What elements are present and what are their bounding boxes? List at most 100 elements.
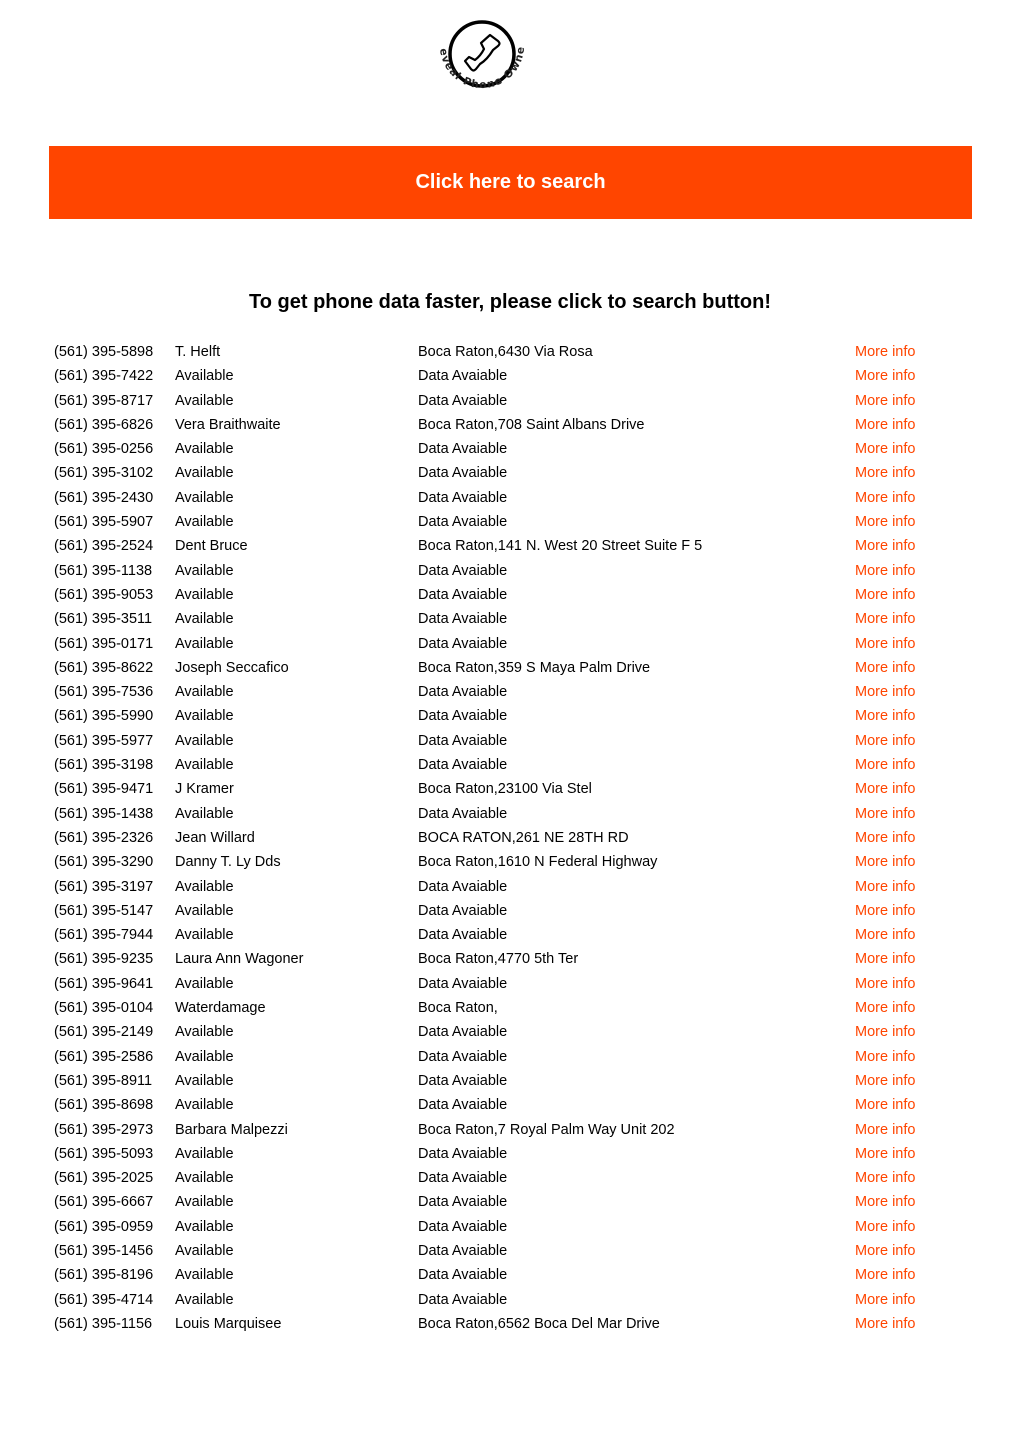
- more-info-link[interactable]: More info: [855, 1192, 915, 1212]
- more-info-link[interactable]: More info: [855, 706, 915, 726]
- phone-number: (561) 395-8196: [54, 1267, 154, 1284]
- phone-number: (561) 395-1438: [54, 805, 154, 822]
- more-info-link[interactable]: More info: [855, 877, 915, 897]
- more-info-link[interactable]: More info: [855, 731, 915, 751]
- list-item: (561) 395-9471 J Kramer Boca Raton,23100 V…: [54, 779, 954, 803]
- more-info-link[interactable]: More info: [855, 585, 915, 605]
- more-info-link[interactable]: More info: [855, 1265, 915, 1285]
- owner-name: Available: [175, 368, 234, 385]
- list-item: (561) 395-0171 Available Data Avaiable More…: [54, 634, 954, 658]
- page-headline: To get phone data faster, please click t…: [249, 291, 771, 313]
- more-info-link[interactable]: More info: [855, 1095, 915, 1115]
- phone-number: (561) 395-9641: [54, 975, 154, 992]
- more-info-link[interactable]: More info: [855, 925, 915, 945]
- owner-name: Available: [175, 1072, 234, 1089]
- phone-number: (561) 395-0256: [54, 441, 154, 458]
- owner-address: Boca Raton,: [418, 1000, 498, 1017]
- more-info-link[interactable]: More info: [855, 852, 915, 872]
- list-item: (561) 395-8717 Available Data Avaiable More…: [54, 391, 954, 415]
- more-info-link[interactable]: More info: [855, 682, 915, 702]
- more-info-link[interactable]: More info: [855, 998, 915, 1018]
- more-info-link[interactable]: More info: [855, 391, 915, 411]
- more-info-link[interactable]: More info: [855, 512, 915, 532]
- owner-address: Boca Raton,708 Saint Albans Drive: [418, 416, 645, 433]
- owner-address: Data Avaiable: [418, 927, 508, 944]
- phone-number: (561) 395-7536: [54, 684, 154, 701]
- owner-name: Available: [175, 514, 234, 531]
- more-info-link[interactable]: More info: [855, 755, 915, 775]
- more-info-link[interactable]: More info: [855, 463, 915, 483]
- more-info-link[interactable]: More info: [855, 366, 915, 386]
- more-info-link[interactable]: More info: [855, 634, 915, 654]
- list-item: (561) 395-5147 Available Data Avaiable More…: [54, 901, 954, 925]
- more-info-link[interactable]: More info: [855, 1290, 915, 1310]
- owner-name: Available: [175, 1218, 234, 1235]
- phone-number: (561) 395-1456: [54, 1242, 154, 1259]
- more-info-link[interactable]: More info: [855, 1168, 915, 1188]
- more-info-link[interactable]: More info: [855, 658, 915, 678]
- more-info-link[interactable]: More info: [855, 342, 915, 362]
- owner-address: Boca Raton,4770 5th Ter: [418, 951, 579, 968]
- list-item: (561) 395-4714 Available Data Avaiable More…: [54, 1290, 954, 1314]
- more-info-link[interactable]: More info: [855, 488, 915, 508]
- owner-address: Data Avaiable: [418, 635, 508, 652]
- owner-name: Available: [175, 708, 234, 725]
- owner-name: Available: [175, 611, 234, 628]
- more-info-link[interactable]: More info: [855, 949, 915, 969]
- owner-name: Available: [175, 757, 234, 774]
- list-item: (561) 395-0104 Waterdamage Boca Raton, More…: [54, 998, 954, 1022]
- phone-number: (561) 395-8622: [54, 659, 154, 676]
- owner-address: Boca Raton,359 S Maya Palm Drive: [418, 659, 651, 676]
- list-item: (561) 395-9235 Laura Ann Wagoner Boca Rato…: [54, 949, 954, 973]
- more-info-link[interactable]: More info: [855, 779, 915, 799]
- phone-number: (561) 395-8911: [54, 1072, 153, 1089]
- logo-graphic: Reveal Phone Owner: [425, 7, 526, 91]
- more-info-link[interactable]: More info: [855, 609, 915, 629]
- more-info-link[interactable]: More info: [855, 1120, 915, 1140]
- owner-name: Joseph Seccafico: [175, 659, 289, 676]
- list-item: (561) 395-2149 Available Data Avaiable More…: [54, 1022, 954, 1046]
- more-info-link[interactable]: More info: [855, 536, 915, 556]
- more-info-link[interactable]: More info: [855, 1241, 915, 1261]
- more-info-link[interactable]: More info: [855, 1314, 915, 1334]
- more-info-link[interactable]: More info: [855, 561, 915, 581]
- phone-number: (561) 395-3197: [54, 878, 154, 895]
- owner-name: Available: [175, 902, 234, 919]
- search-button[interactable]: Click here to search: [49, 146, 972, 219]
- more-info-link[interactable]: More info: [855, 1071, 915, 1091]
- more-info-link[interactable]: More info: [855, 439, 915, 459]
- more-info-link[interactable]: More info: [855, 415, 915, 435]
- more-info-link[interactable]: More info: [855, 828, 915, 848]
- list-item: (561) 395-3290 Danny T. Ly Dds Boca Raton,…: [54, 852, 954, 876]
- more-info-link[interactable]: More info: [855, 1217, 915, 1237]
- more-info-link[interactable]: More info: [855, 1144, 915, 1164]
- owner-name: Available: [175, 465, 234, 482]
- list-item: (561) 395-6667 Available Data Avaiable More…: [54, 1192, 954, 1216]
- owner-address: Data Avaiable: [418, 368, 508, 385]
- owner-address: Data Avaiable: [418, 732, 508, 749]
- list-item: (561) 395-3197 Available Data Avaiable More…: [54, 877, 954, 901]
- phone-number: (561) 395-2025: [54, 1170, 154, 1187]
- phone-number: (561) 395-7422: [54, 368, 154, 385]
- more-info-link[interactable]: More info: [855, 901, 915, 921]
- more-info-link[interactable]: More info: [855, 804, 915, 824]
- owner-address: Data Avaiable: [418, 1097, 508, 1114]
- reveal-phone-owner-logo: Reveal Phone Owner: [425, 7, 534, 106]
- owner-name: Available: [175, 805, 234, 822]
- owner-address: Data Avaiable: [418, 1267, 508, 1284]
- owner-name: Waterdamage: [175, 1000, 266, 1017]
- more-info-link[interactable]: More info: [855, 1022, 915, 1042]
- owner-name: Available: [175, 1097, 234, 1114]
- list-item: (561) 395-5093 Available Data Avaiable More…: [54, 1144, 954, 1168]
- more-info-link[interactable]: More info: [855, 974, 915, 994]
- phone-number: (561) 395-2430: [54, 489, 154, 506]
- list-item: (561) 395-9641 Available Data Avaiable More…: [54, 974, 954, 998]
- owner-address: Data Avaiable: [418, 514, 508, 531]
- list-item: (561) 395-3511 Available Data Avaiable More…: [54, 609, 954, 633]
- phone-number: (561) 395-2524: [54, 538, 154, 555]
- owner-address: Data Avaiable: [418, 489, 508, 506]
- list-item: (561) 395-8196 Available Data Avaiable More…: [54, 1265, 954, 1289]
- more-info-link[interactable]: More info: [855, 1047, 915, 1067]
- owner-address: Boca Raton,1610 N Federal Highway: [418, 854, 658, 871]
- list-item: (561) 395-8698 Available Data Avaiable More…: [54, 1095, 954, 1119]
